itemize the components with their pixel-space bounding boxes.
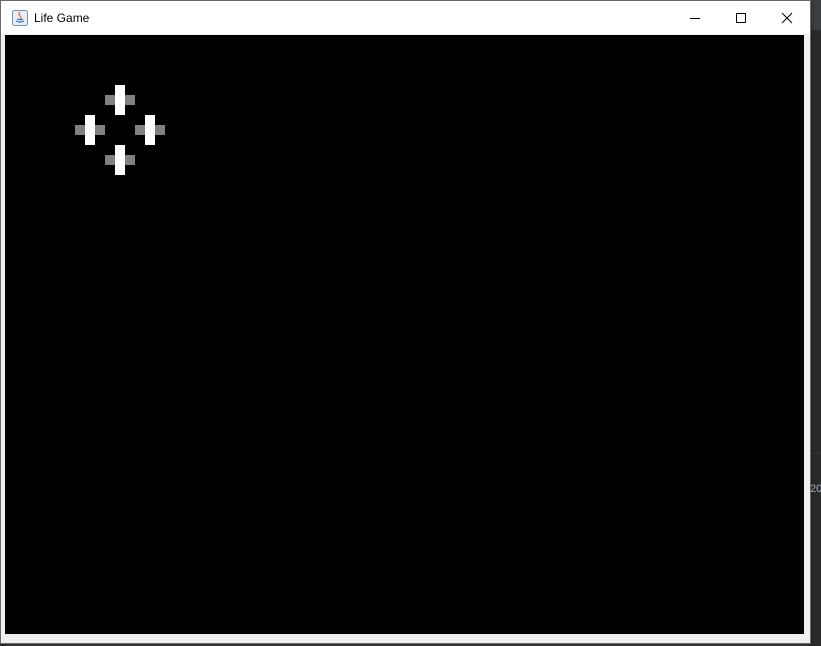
life-cell [85, 135, 95, 145]
life-game-window: Life Game [0, 0, 811, 644]
life-cell [145, 115, 155, 125]
life-cell [85, 125, 95, 135]
life-cell [125, 95, 135, 105]
life-cell [115, 165, 125, 175]
life-cell [105, 95, 115, 105]
life-cell [135, 125, 145, 135]
life-game-board[interactable] [5, 35, 804, 634]
minimize-icon [690, 17, 700, 19]
life-cell [85, 115, 95, 125]
life-cell [95, 125, 105, 135]
life-cell [155, 125, 165, 135]
minimize-button[interactable] [672, 1, 718, 34]
close-button[interactable] [764, 1, 810, 34]
background-text-fragment: 20 [810, 483, 821, 495]
life-cell [115, 85, 125, 95]
life-cell [105, 155, 115, 165]
window-bottom-border [5, 634, 804, 642]
life-cell [145, 125, 155, 135]
title-bar[interactable]: Life Game [1, 1, 810, 34]
life-cell [75, 125, 85, 135]
life-cell [145, 135, 155, 145]
window-controls [672, 1, 810, 34]
maximize-button[interactable] [718, 1, 764, 34]
life-cell [115, 105, 125, 115]
life-cell [115, 95, 125, 105]
life-cell [115, 145, 125, 155]
window-title: Life Game [34, 11, 90, 25]
life-cell [115, 155, 125, 165]
close-icon [781, 12, 793, 23]
life-cell [125, 155, 135, 165]
maximize-icon [736, 12, 746, 23]
java-icon [12, 9, 28, 26]
